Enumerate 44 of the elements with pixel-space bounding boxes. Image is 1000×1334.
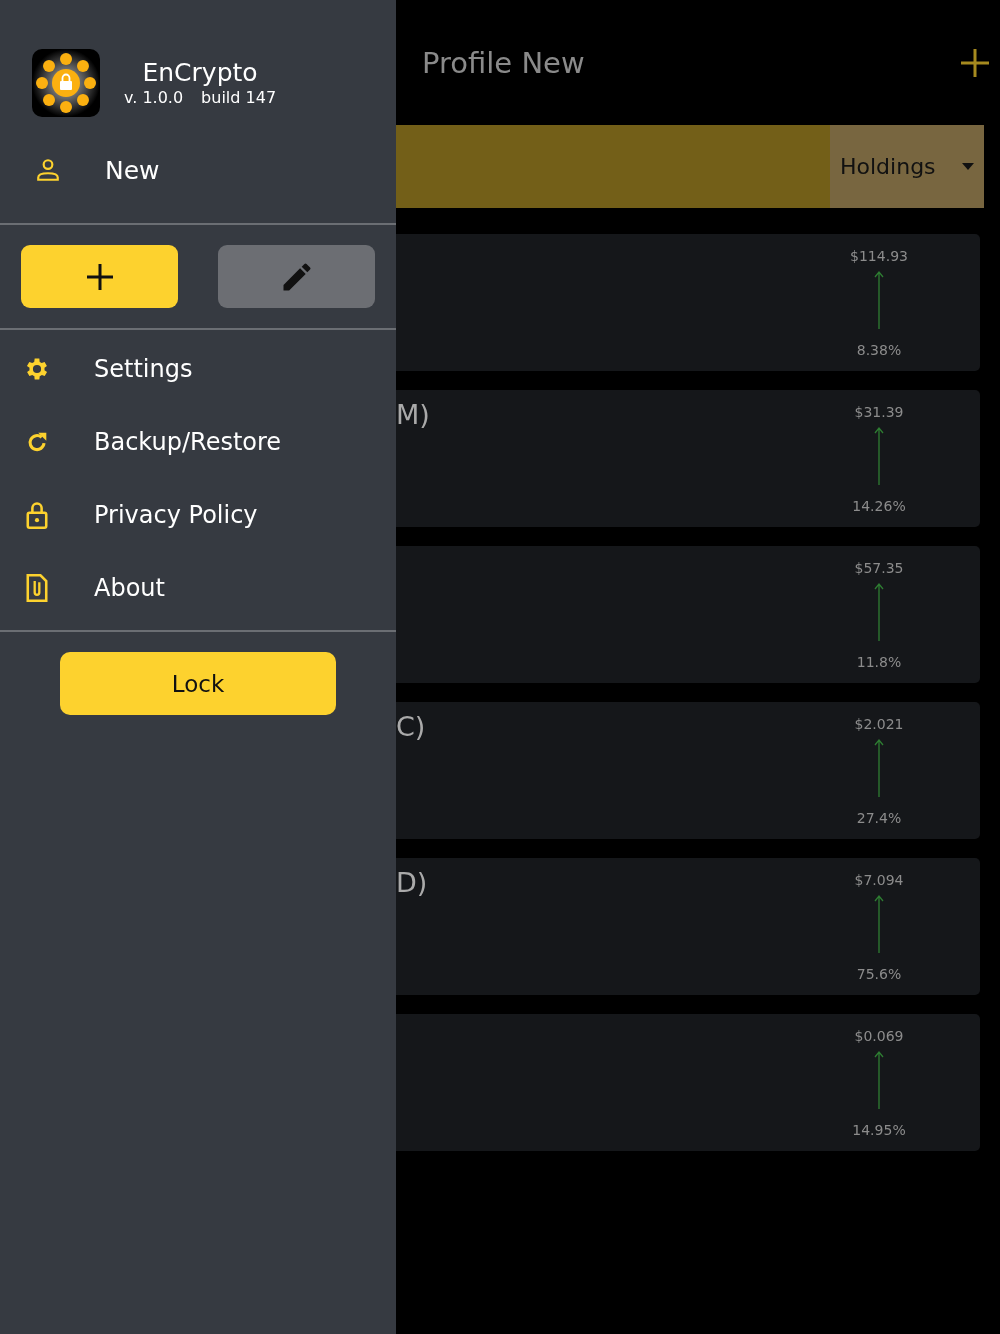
page-title: Profile New [422, 45, 585, 80]
price-text: $0.069 [854, 1027, 904, 1046]
build-text: build 147 [201, 88, 277, 108]
coin-card[interactable]: $114.93 8.38% [396, 234, 980, 371]
coin-card[interactable]: $0.069 14.95% [396, 1014, 980, 1151]
change-text: 14.95% [852, 1121, 906, 1140]
up-arrow-icon [874, 270, 884, 330]
app-name: EnCrypto [142, 58, 258, 88]
change-text: 14.26% [852, 497, 906, 516]
dropdown-caret-icon [962, 163, 974, 170]
coin-name: D) [396, 866, 428, 900]
menu-item[interactable]: Privacy Policy [0, 478, 396, 551]
price-text: $7.094 [854, 871, 904, 890]
menu-item[interactable]: About [0, 551, 396, 624]
change-text: 27.4% [856, 809, 902, 828]
coin-card[interactable]: $57.35 11.8% [396, 546, 980, 683]
coin-name: M) [396, 398, 430, 432]
app-logo-icon [32, 49, 100, 117]
lock-button[interactable]: Lock [60, 652, 336, 715]
person-icon [35, 157, 61, 183]
price-text: $114.93 [850, 247, 908, 266]
coin-name: C) [396, 710, 426, 744]
coin-card[interactable]: M) $31.39 14.26% [396, 390, 980, 527]
add-button[interactable] [21, 245, 178, 308]
up-arrow-icon [874, 582, 884, 642]
coin-card[interactable]: C) $2.021 27.4% [396, 702, 980, 839]
add-icon[interactable] [960, 47, 990, 78]
menu-item[interactable]: Settings [0, 332, 396, 405]
up-arrow-icon [874, 738, 884, 798]
edit-button[interactable] [218, 245, 375, 308]
up-arrow-icon [874, 426, 884, 486]
change-text: 8.38% [856, 341, 902, 360]
version-text: v. 1.0.0 [124, 88, 184, 108]
coin-card[interactable]: D) $7.094 75.6% [396, 858, 980, 995]
price-text: $57.35 [854, 559, 904, 578]
profile-name[interactable]: New [105, 155, 160, 185]
change-text: 11.8% [856, 653, 902, 672]
up-arrow-icon [874, 894, 884, 954]
change-text: 75.6% [856, 965, 902, 984]
menu-item[interactable]: Backup/Restore [0, 405, 396, 478]
price-text: $2.021 [854, 715, 904, 734]
price-text: $31.39 [854, 403, 904, 422]
up-arrow-icon [874, 1050, 884, 1110]
plus-icon [84, 261, 115, 292]
